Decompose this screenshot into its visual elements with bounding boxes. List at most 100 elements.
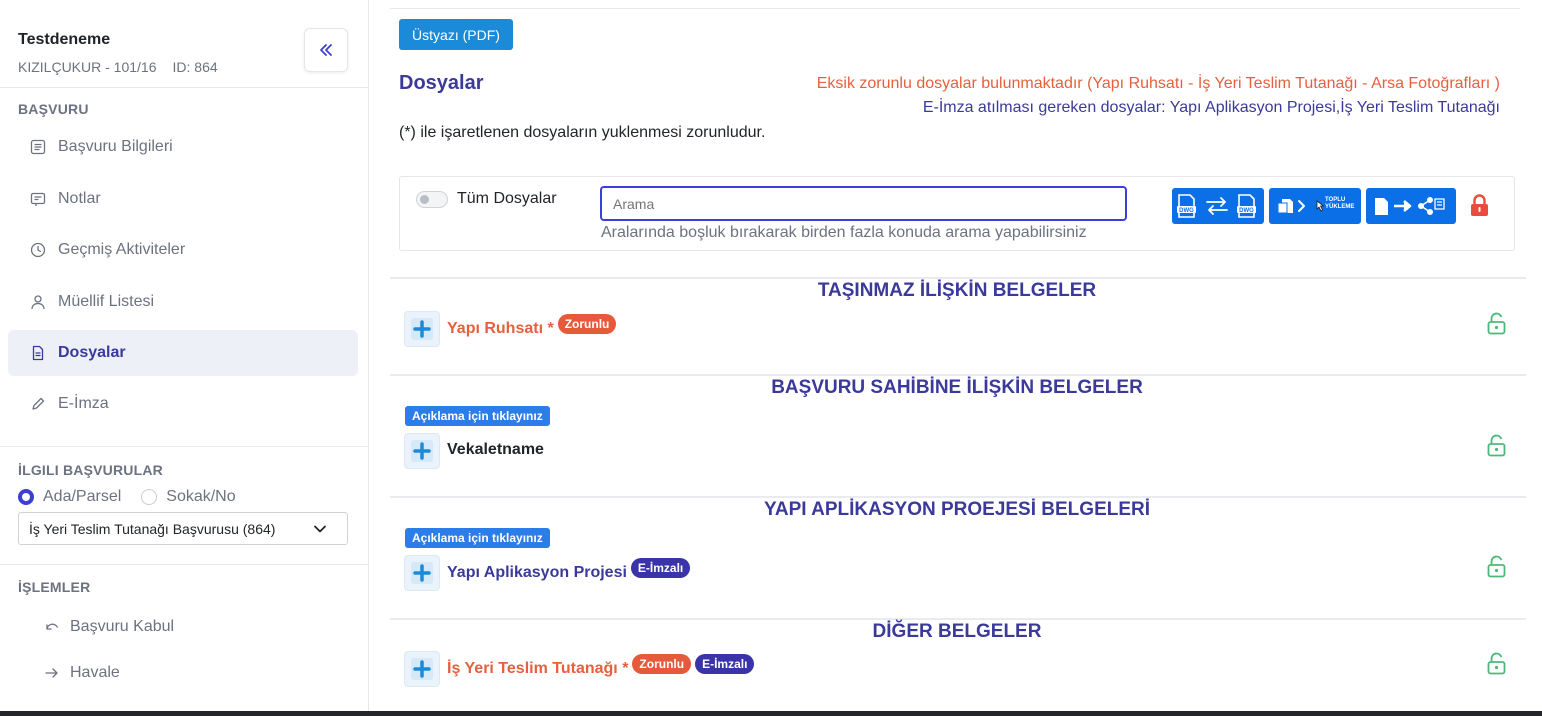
- category-divider: [390, 496, 1526, 498]
- cover-letter-pdf-button[interactable]: Üstyazı (PDF): [399, 19, 513, 50]
- category-divider: [390, 374, 1526, 376]
- all-files-toggle[interactable]: [416, 191, 448, 208]
- add-document-button[interactable]: [404, 311, 440, 347]
- note-icon: [30, 191, 46, 207]
- nav-item-basvuru-bilgileri[interactable]: Başvuru Bilgileri: [8, 124, 358, 170]
- category-divider: [390, 277, 1526, 279]
- dwg-convert-icon: DWG DWG: [1177, 194, 1256, 218]
- radio-sokak-no-label: Sokak/No: [166, 488, 236, 505]
- category-title-basvuru-sahibi: BAŞVURU SAHİBİNE İLİŞKİN BELGELER: [771, 377, 1143, 398]
- nav-item-muellif-listesi[interactable]: Müellif Listesi: [8, 279, 358, 325]
- operation-label: Havale: [70, 664, 120, 681]
- top-divider: [390, 8, 1520, 9]
- dwg-convert-button[interactable]: DWG DWG: [1172, 188, 1264, 224]
- description-tag[interactable]: Açıklama için tıklayınız: [405, 528, 550, 548]
- sidebar: Testdeneme KIZILÇUKUR - 101/16 ID: 864 BA…: [0, 0, 369, 716]
- nav-label: E-İmza: [58, 395, 109, 412]
- chevron-down-icon: [314, 525, 326, 533]
- category-title-diger: DİĞER BELGELER: [872, 621, 1042, 642]
- category-title-yapi-aplikasyon: YAPI APLİKASYON PROEJESİ BELGELERİ: [763, 499, 1151, 520]
- list-icon: [30, 139, 46, 155]
- nav-item-gecmis-aktiviteler[interactable]: Geçmiş Aktiviteler: [8, 227, 358, 273]
- related-application-select[interactable]: İş Yeri Teslim Tutanağı Başvurusu (864): [18, 512, 348, 545]
- nav-item-notlar[interactable]: Notlar: [8, 176, 358, 222]
- sidebar-header: Testdeneme KIZILÇUKUR - 101/16 ID: 864: [0, 0, 368, 88]
- project-location: KIZILÇUKUR - 101/16: [18, 59, 157, 75]
- add-document-button[interactable]: [404, 651, 440, 687]
- arrow-right-icon: [44, 667, 60, 679]
- lock-open-icon[interactable]: [1487, 312, 1506, 335]
- plus-icon: [413, 442, 431, 460]
- bulk-upload-label: TOPLU YÜKLEME: [1325, 197, 1355, 210]
- radio-sokak-no[interactable]: [141, 489, 158, 505]
- required-files-note: (*) ile işaretlenen dosyaların yuklenmes…: [399, 124, 766, 141]
- document-name: Vekaletname: [447, 441, 544, 458]
- clock-icon: [30, 242, 46, 258]
- required-mark: *: [622, 660, 629, 677]
- pen-icon: [30, 396, 46, 412]
- double-chevron-left-icon: [320, 44, 332, 56]
- document-name: İş Yeri Teslim Tutanağı: [447, 660, 618, 677]
- file-share-icon: [1375, 197, 1445, 215]
- category-title-tasinmaz: TAŞINMAZ İLİŞKİN BELGELER: [817, 280, 1097, 301]
- undo-icon: [44, 620, 60, 634]
- nav-label: Başvuru Bilgileri: [58, 138, 173, 155]
- search-hint: Aralarında boşluk bırakarak birden fazla…: [601, 224, 1087, 241]
- add-document-button[interactable]: [404, 555, 440, 591]
- lock-open-icon[interactable]: [1487, 652, 1506, 675]
- radio-ada-parsel[interactable]: [18, 489, 34, 505]
- signature-required-warning: E-İmza atılması gereken dosyalar: Yapı A…: [922, 99, 1500, 116]
- user-icon: [30, 294, 46, 310]
- description-tag[interactable]: Açıklama için tıklayınız: [405, 406, 550, 426]
- svg-text:DWG: DWG: [1239, 208, 1254, 214]
- nav-label: Notlar: [58, 190, 101, 207]
- nav-label: Müellif Listesi: [58, 293, 155, 310]
- operation-havale[interactable]: Havale: [44, 664, 120, 682]
- file-share-button[interactable]: [1366, 188, 1456, 224]
- nav-item-dosyalar[interactable]: Dosyalar: [8, 330, 358, 376]
- nav-item-e-imza[interactable]: E-İmza: [8, 381, 358, 427]
- page-title: Dosyalar: [399, 72, 484, 94]
- sidebar-divider: [0, 446, 368, 447]
- section-label-basvuru: BAŞVURU: [18, 101, 89, 117]
- collapse-sidebar-button[interactable]: [304, 28, 348, 72]
- document-yapi-ruhsati[interactable]: Yapı Ruhsatı * Zorunlu: [447, 314, 617, 339]
- file-icon: [30, 345, 46, 361]
- plus-icon: [413, 564, 431, 582]
- document-name: Yapı Ruhsatı: [447, 320, 544, 337]
- badge-e-signed: E-İmzalı: [630, 558, 691, 578]
- svg-text:DWG: DWG: [1179, 208, 1194, 214]
- operation-basvuru-kabul[interactable]: Başvuru Kabul: [44, 618, 174, 636]
- nav-label: Geçmiş Aktiviteler: [58, 241, 186, 258]
- required-mark: *: [547, 320, 554, 337]
- window-bottom-edge: [0, 711, 1542, 716]
- document-name: Yapı Aplikasyon Projesi: [447, 564, 627, 581]
- badge-e-signed: E-İmzalı: [695, 654, 755, 674]
- plus-icon: [413, 320, 431, 338]
- badge-required: Zorunlu: [632, 654, 692, 674]
- add-document-button[interactable]: [404, 433, 440, 469]
- document-is-yeri-teslim-tutanagi[interactable]: İş Yeri Teslim Tutanağı * Zorunlu E-İmza…: [447, 654, 755, 679]
- document-vekaletname[interactable]: Vekaletname: [447, 441, 544, 459]
- document-yapi-aplikasyon-projesi[interactable]: Yapı Aplikasyon Projesi E-İmzalı: [447, 558, 691, 583]
- category-divider: [390, 618, 1526, 620]
- badge-required: Zorunlu: [557, 314, 617, 334]
- radio-ada-parsel-label: Ada/Parsel: [43, 488, 122, 505]
- project-subtitle: KIZILÇUKUR - 101/16 ID: 864: [18, 59, 218, 75]
- project-title: Testdeneme: [18, 31, 111, 48]
- lock-closed-icon[interactable]: [1470, 194, 1489, 217]
- sidebar-divider: [0, 564, 368, 565]
- missing-files-warning: Eksik zorunlu dosyalar bulunmaktadır (Ya…: [816, 75, 1500, 92]
- operation-label: Başvuru Kabul: [70, 618, 175, 635]
- all-files-toggle-label: Tüm Dosyalar: [457, 190, 557, 207]
- lock-open-icon[interactable]: [1487, 555, 1506, 578]
- section-label-ilgili-basvurular: İLGILI BAŞVURULAR: [18, 462, 163, 478]
- section-label-islemler: İŞLEMLER: [18, 579, 91, 595]
- bulk-upload-button[interactable]: TOPLU YÜKLEME: [1269, 188, 1361, 224]
- project-id: ID: 864: [172, 59, 218, 75]
- plus-icon: [413, 660, 431, 678]
- lock-open-icon[interactable]: [1487, 434, 1506, 457]
- related-filter-radios: Ada/Parsel Sokak/No: [18, 488, 236, 506]
- search-input[interactable]: [600, 186, 1127, 221]
- nav-label: Dosyalar: [58, 344, 126, 361]
